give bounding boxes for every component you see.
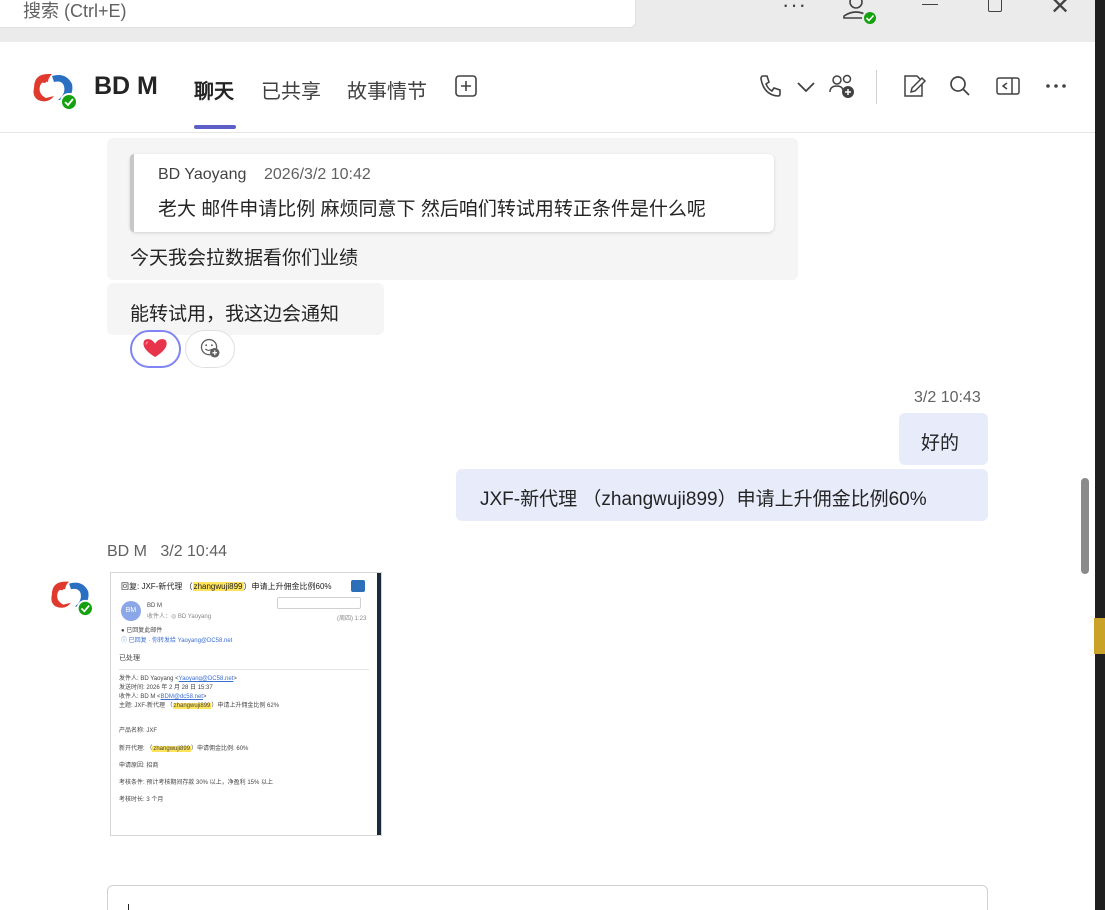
email-from-field: 发件人: BD Yaoyang <Yaoyang@DC58.net> [119,676,237,682]
email-sender-avatar: BM [121,601,141,621]
add-people-icon[interactable] [828,72,856,100]
person-available-icon[interactable] [840,0,880,30]
quote-author: BD Yaoyang [158,166,247,183]
email-subject: 回复: JXF-新代理 （zhangwuji899）申请上升佣金比例60% [121,582,332,591]
email-badge-icon [351,580,365,592]
chat-avatar[interactable] [28,66,78,112]
sender-timestamp: 3/2 10:44 [160,543,228,560]
title-bar: 搜索 (Ctrl+E) ··· ✕ [0,0,1105,42]
more-horizontal-icon[interactable]: ··· [782,0,807,18]
email-reply-note: ● 已回复此邮件 [121,628,163,634]
sender-avatar[interactable] [46,574,94,618]
compose-box[interactable] [107,885,988,910]
search-placeholder: 搜索 (Ctrl+E) [23,1,127,21]
email-to-line: 收件人：◎ BD Yaoyang [147,614,212,620]
email-subject-field: 主题: JXF-新代理 （zhangwuji899）申请上升佣金比例 62% [119,703,280,709]
message-text: 好的 [921,433,960,454]
header-divider [876,70,877,104]
tab-storyline[interactable]: 故事情节 [347,75,427,104]
sender-line: BD M 3/2 10:44 [107,543,227,561]
call-icon[interactable] [756,72,784,100]
text-caret [128,904,129,910]
quote-timestamp: 2026/3/2 10:42 [264,166,371,183]
chat-header: BD M 聊天 已共享 故事情节 [0,42,1095,133]
add-reaction-icon [200,338,220,358]
search-icon[interactable] [946,72,974,100]
more-options-icon[interactable] [1042,72,1070,100]
chat-title: BD M [94,72,158,100]
my-message-bubble[interactable]: JXF-新代理 （zhangwuji899）申请上升佣金比例60% [456,469,988,521]
close-icon[interactable]: ✕ [1050,0,1070,21]
pop-out-icon[interactable] [994,72,1022,100]
quote-text: 老大 邮件申请比例 麻烦同意下 然后咱们转试用转正条件是什么呢 [158,199,706,220]
my-message-bubble[interactable]: 好的 [899,413,988,465]
maximize-icon[interactable] [988,0,1002,12]
email-condition: 考核条件: 预计考核期间存款 30% 以上，净盈利 15% 以上 [119,780,274,786]
email-date: (周四) 1:23 [337,616,367,622]
message-timestamp: 3/2 10:43 [914,389,981,406]
window-edge [1095,0,1105,910]
message-text: 今天我会拉数据看你们业绩 [130,248,359,269]
email-from-name: BD M [147,603,162,609]
quote-bar [130,154,134,232]
email-actions-icon [277,597,361,609]
active-tab-indicator [194,125,236,129]
tab-shared[interactable]: 已共享 [261,75,321,104]
email-duration: 考核时长: 3 个月 [119,797,164,803]
thumb-border [377,573,381,835]
email-to-field: 收件人: BD M <BDM@dc58.net> [119,694,207,700]
minimize-icon[interactable] [922,4,938,5]
chevron-down-icon[interactable] [792,72,820,100]
add-reaction-button[interactable] [185,330,235,368]
sender-name: BD M [107,543,147,560]
message-text: 能转试用，我这边会通知 [130,304,340,325]
add-tab-icon[interactable] [455,75,477,97]
heart-reaction[interactable] [130,330,181,368]
email-reason: 申请原因: 招商 [119,763,159,769]
email-screenshot-image[interactable]: 回复: JXF-新代理 （zhangwuji899）申请上升佣金比例60% BM… [110,572,382,836]
tab-chat[interactable]: 聊天 [194,75,234,104]
background-window-icon [1094,618,1105,654]
email-forward-note: ⓘ 已回复 · 你转发给 Yaoyang@DC58.net [121,638,233,644]
scrollbar-thumb[interactable] [1081,478,1089,574]
quoted-message[interactable]: BD Yaoyang 2026/3/2 10:42 老大 邮件申请比例 麻烦同意… [130,154,774,232]
email-processed: 已处理 [119,655,140,662]
email-sent-field: 发送时间: 2026 年 2 月 28 日 15:37 [119,685,213,691]
search-box[interactable]: 搜索 (Ctrl+E) [0,0,636,28]
heart-reaction-icon [143,339,167,358]
email-product: 产品名称: JXF [119,728,158,734]
email-divider [119,669,369,670]
message-text: JXF-新代理 （zhangwuji899）申请上升佣金比例60% [480,489,927,510]
compose-edit-icon[interactable] [900,72,928,100]
email-agent: 新开代理: （zhangwuji899）申请佣金比例: 60% [119,746,249,752]
